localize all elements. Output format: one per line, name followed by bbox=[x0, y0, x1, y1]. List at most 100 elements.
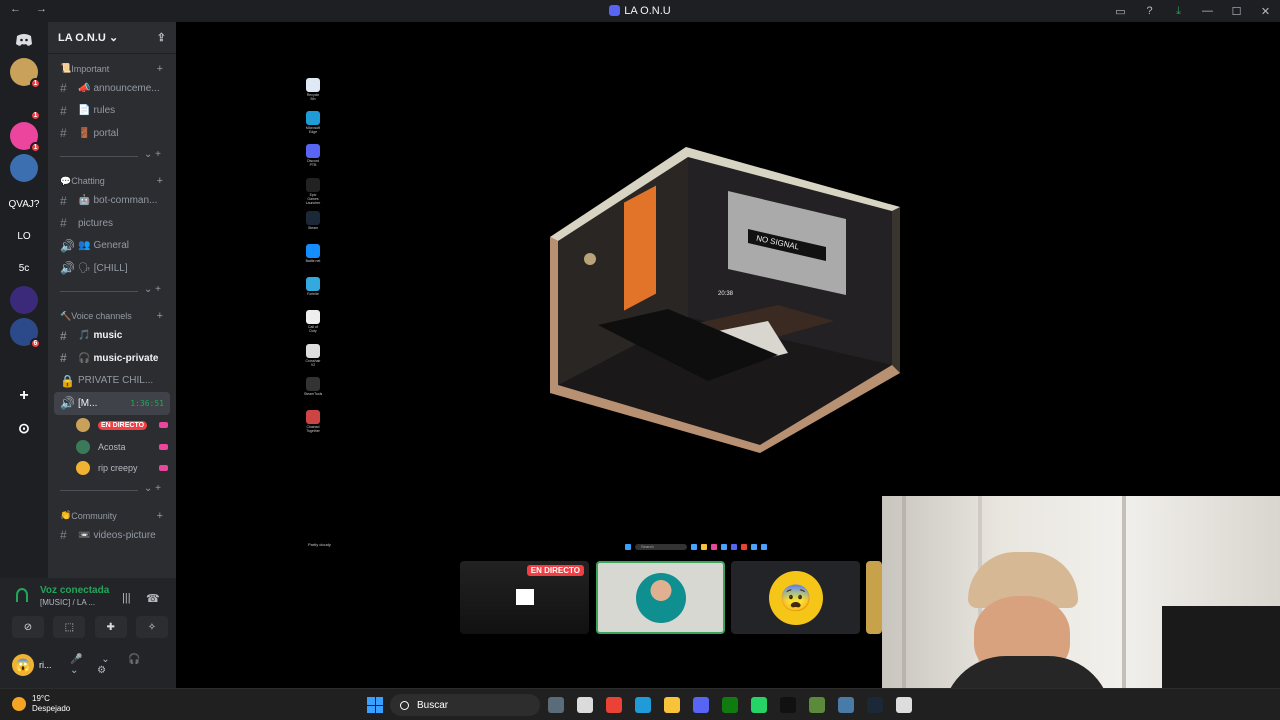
guild-icon[interactable]: 1 bbox=[10, 122, 41, 153]
voice-user[interactable]: rip creepy bbox=[48, 458, 176, 480]
username[interactable]: ri... bbox=[39, 660, 52, 670]
guild-label: LO bbox=[17, 230, 31, 242]
guild-icon[interactable] bbox=[10, 286, 38, 314]
category-community[interactable]: 👏 Community + bbox=[48, 507, 176, 524]
guild-label: QVAJ? bbox=[8, 198, 40, 210]
taskbar-app-icon[interactable] bbox=[896, 697, 912, 713]
desktop-icon: Epic Games Launcher bbox=[304, 177, 322, 205]
guild-icon[interactable] bbox=[10, 350, 38, 378]
activities-icon[interactable]: ✚ bbox=[94, 616, 127, 638]
explore-icon[interactable]: ⊙ bbox=[10, 414, 38, 442]
screen-share-icon[interactable]: ⬚ bbox=[53, 616, 86, 638]
taskbar-app-icon[interactable] bbox=[722, 697, 738, 713]
signal-icon[interactable] bbox=[16, 588, 28, 602]
app-icon bbox=[306, 310, 320, 325]
guild-icon[interactable] bbox=[10, 154, 38, 182]
guild-icon[interactable]: 5c bbox=[10, 254, 38, 282]
guild-icon[interactable]: LO bbox=[10, 222, 38, 250]
stream-icon bbox=[159, 465, 168, 472]
category-name: Community bbox=[71, 510, 117, 521]
waveform-icon[interactable]: ||| bbox=[122, 592, 131, 604]
avatar[interactable]: 😱 bbox=[12, 654, 34, 676]
category-0[interactable]: 📜 Important + bbox=[48, 60, 176, 77]
add-channel-icon[interactable]: + bbox=[157, 510, 163, 522]
taskbar-app-icon[interactable] bbox=[635, 697, 651, 713]
minimize-icon[interactable]: — bbox=[1193, 5, 1222, 17]
guild-icon[interactable]: 1 bbox=[10, 58, 41, 89]
category-2[interactable]: 🔨 Voice channels + bbox=[48, 308, 176, 325]
taskbar-search[interactable]: Buscar bbox=[390, 694, 540, 716]
voice-status[interactable]: Voz conectada bbox=[40, 585, 109, 596]
channel-name: videos-picture bbox=[93, 529, 156, 541]
titlebar-controls: ▭ ? ⤓ — ☐ ✕ bbox=[1106, 0, 1280, 22]
taskbar-app-icon[interactable] bbox=[577, 697, 593, 713]
guild-icon[interactable]: 1 bbox=[10, 90, 41, 121]
server-icon bbox=[609, 5, 621, 16]
taskbar-app-icon[interactable] bbox=[780, 697, 796, 713]
desktop-icon-label: Chained Together bbox=[306, 425, 320, 433]
guild-icon[interactable]: QVAJ? bbox=[8, 190, 40, 218]
hash-icon: # bbox=[60, 528, 67, 543]
taskbar-app-icon[interactable] bbox=[838, 697, 854, 713]
add-channel-icon[interactable]: + bbox=[157, 175, 163, 187]
channel-text[interactable]: # 🎧 music-private bbox=[48, 347, 176, 370]
category-1[interactable]: 💬 Chatting + bbox=[48, 173, 176, 190]
camera-off-icon[interactable]: ⊘ bbox=[12, 616, 44, 638]
disconnect-icon[interactable]: ☎ bbox=[146, 592, 160, 605]
maximize-icon[interactable]: ☐ bbox=[1222, 5, 1251, 18]
taskbar-app-icon[interactable] bbox=[751, 697, 767, 713]
participant-tile[interactable]: 😨 bbox=[731, 561, 860, 634]
soundboard-icon[interactable]: ✧ bbox=[135, 616, 168, 638]
channel-text[interactable]: # 📣 announceme... bbox=[48, 77, 176, 100]
channel-voice[interactable]: 🔊 👥 General bbox=[48, 235, 176, 258]
close-icon[interactable]: ✕ bbox=[1251, 5, 1280, 18]
voice-user[interactable]: Acosta bbox=[48, 436, 176, 458]
user-controls[interactable]: 🎤 ⌄ 🎧 ⌄ ⚙ bbox=[70, 654, 172, 676]
channel-text[interactable]: # pictures bbox=[48, 212, 176, 235]
taskbar-app-icon[interactable] bbox=[809, 697, 825, 713]
hash-icon: # bbox=[60, 216, 67, 231]
add-channel-icon[interactable]: + bbox=[157, 310, 163, 322]
guild-icon[interactable]: 6 bbox=[10, 318, 41, 349]
taskbar-app-icon[interactable] bbox=[867, 697, 883, 713]
help-icon[interactable]: ? bbox=[1135, 5, 1164, 17]
download-icon[interactable]: ⤓ bbox=[1164, 5, 1193, 18]
app-icon bbox=[306, 244, 320, 258]
channel-voice[interactable]: 🔒 PRIVATE CHIL... bbox=[48, 370, 176, 393]
weather-widget[interactable]: 19°C Despejado bbox=[12, 694, 70, 714]
taskbar-app-icon[interactable] bbox=[606, 697, 622, 713]
add-channel-icon[interactable]: + bbox=[157, 63, 163, 75]
channel-text[interactable]: # 🚪 portal bbox=[48, 122, 176, 145]
channel-text[interactable]: # 📼 videos-picture bbox=[48, 524, 176, 547]
channel-voice[interactable]: 🔊 [M... 1:36:51 bbox=[54, 392, 170, 415]
participant-tile[interactable] bbox=[866, 561, 882, 634]
taskbar-app-icon[interactable] bbox=[693, 697, 709, 713]
avatar bbox=[76, 418, 90, 433]
taskbar-app-icon[interactable] bbox=[664, 697, 680, 713]
server-header[interactable]: LA O.N.U ⌄ ⇪ bbox=[48, 22, 176, 54]
channel-emoji: 👥 bbox=[78, 240, 91, 252]
desktop-icon-label: Call of Duty bbox=[308, 325, 318, 334]
voice-channel-name[interactable]: [MUSIC] / LA ... bbox=[40, 598, 95, 607]
channel-text[interactable]: # 🤖 bot-comman... bbox=[48, 190, 176, 213]
discord-home-icon[interactable] bbox=[10, 26, 38, 54]
desktop-icon-label: Microsoft Edge bbox=[305, 126, 321, 135]
invite-icon[interactable]: ⇪ bbox=[157, 31, 166, 44]
participant-tile[interactable] bbox=[596, 561, 725, 634]
windows-start-icon[interactable] bbox=[367, 697, 383, 713]
desktop-icon-label: Steam bbox=[307, 225, 319, 230]
channel-emoji: 📄 bbox=[78, 105, 91, 117]
participant-tile[interactable]: EN DIRECTO bbox=[460, 561, 589, 634]
speaker-icon: 🔊 bbox=[60, 238, 75, 253]
voice-user[interactable]: EN DIRECTO bbox=[48, 415, 176, 437]
channel-text[interactable]: # 🎵 music bbox=[48, 325, 176, 348]
desktop-icon-label: Fortnite bbox=[307, 292, 319, 297]
taskbar-app-icon[interactable] bbox=[548, 697, 564, 713]
channel-voice[interactable]: 🔊 🗣 [CHILL] bbox=[48, 257, 176, 280]
channel-text[interactable]: # 📄 rules bbox=[48, 100, 176, 123]
temperature: 19°C bbox=[32, 694, 50, 703]
monitor-icon[interactable]: ▭ bbox=[1106, 5, 1135, 18]
category-name: Important bbox=[71, 63, 110, 74]
desktop-icon-label: Recycle Bin bbox=[306, 93, 320, 101]
add-server-icon[interactable]: + bbox=[10, 382, 38, 410]
